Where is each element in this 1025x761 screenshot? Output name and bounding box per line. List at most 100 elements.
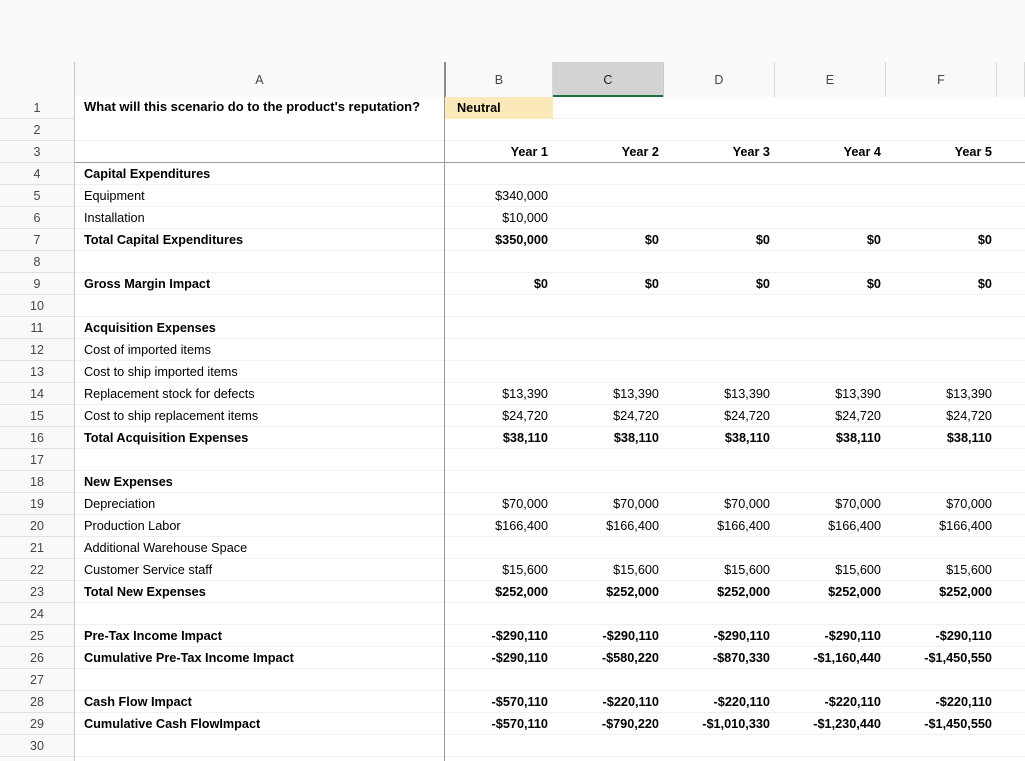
column-header-c[interactable]: C xyxy=(553,62,664,98)
cell-b4[interactable] xyxy=(445,163,553,185)
cell-e5[interactable] xyxy=(775,185,886,207)
cell-b15[interactable]: $24,720 xyxy=(445,405,553,427)
cell-d23[interactable]: $252,000 xyxy=(664,581,775,603)
cell-e13[interactable] xyxy=(775,361,886,383)
cell-a21[interactable]: Additional Warehouse Space xyxy=(75,537,445,559)
cell-e16[interactable]: $38,110 xyxy=(775,427,886,449)
column-header-b[interactable]: B xyxy=(445,62,553,97)
cell-d26[interactable]: -$870,330 xyxy=(664,647,775,669)
cell-a10[interactable] xyxy=(75,295,445,317)
row-header-25[interactable]: 25 xyxy=(0,625,74,647)
cell-b19[interactable]: $70,000 xyxy=(445,493,553,515)
column-header-a[interactable]: A xyxy=(75,62,445,97)
cell-f18[interactable] xyxy=(886,471,997,493)
row-header-17[interactable]: 17 xyxy=(0,449,74,471)
cell-c20[interactable]: $166,400 xyxy=(553,515,664,537)
select-all-corner[interactable] xyxy=(0,62,75,148)
cell-e30[interactable] xyxy=(775,735,886,757)
cell-e29[interactable]: -$1,230,440 xyxy=(775,713,886,735)
grid-body[interactable]: What will this scenario do to the produc… xyxy=(75,97,1025,761)
cell-d20[interactable]: $166,400 xyxy=(664,515,775,537)
cell-c19[interactable]: $70,000 xyxy=(553,493,664,515)
cell-f14[interactable]: $13,390 xyxy=(886,383,997,405)
cell-e20[interactable]: $166,400 xyxy=(775,515,886,537)
cell-f17[interactable] xyxy=(886,449,997,471)
cell-b28[interactable]: -$570,110 xyxy=(445,691,553,713)
cell-f16[interactable]: $38,110 xyxy=(886,427,997,449)
cell-a30[interactable] xyxy=(75,735,445,757)
cell-e28[interactable]: -$220,110 xyxy=(775,691,886,713)
row-header-6[interactable]: 6 xyxy=(0,207,74,229)
cell-d19[interactable]: $70,000 xyxy=(664,493,775,515)
cell-c11[interactable] xyxy=(553,317,664,339)
cell-e2[interactable] xyxy=(775,119,886,141)
cell-e3[interactable]: Year 4 xyxy=(775,141,886,163)
cell-b10[interactable] xyxy=(445,295,553,317)
cell-c5[interactable] xyxy=(553,185,664,207)
cell-a8[interactable] xyxy=(75,251,445,273)
row-header-14[interactable]: 14 xyxy=(0,383,74,405)
row-header-10[interactable]: 10 xyxy=(0,295,74,317)
cell-d10[interactable] xyxy=(664,295,775,317)
cell-a23[interactable]: Total New Expenses xyxy=(75,581,445,603)
cell-c18[interactable] xyxy=(553,471,664,493)
cell-f26[interactable]: -$1,450,550 xyxy=(886,647,997,669)
cell-c23[interactable]: $252,000 xyxy=(553,581,664,603)
cell-f3[interactable]: Year 5 xyxy=(886,141,997,163)
cell-a25[interactable]: Pre-Tax Income Impact xyxy=(75,625,445,647)
cell-c4[interactable] xyxy=(553,163,664,185)
cell-e21[interactable] xyxy=(775,537,886,559)
cell-c6[interactable] xyxy=(553,207,664,229)
cell-c25[interactable]: -$290,110 xyxy=(553,625,664,647)
cell-c27[interactable] xyxy=(553,669,664,691)
cell-a22[interactable]: Customer Service staff xyxy=(75,559,445,581)
cell-b17[interactable] xyxy=(445,449,553,471)
cell-f19[interactable]: $70,000 xyxy=(886,493,997,515)
cell-e22[interactable]: $15,600 xyxy=(775,559,886,581)
column-header-f[interactable]: F xyxy=(886,62,997,97)
cell-d30[interactable] xyxy=(664,735,775,757)
cell-b30[interactable] xyxy=(445,735,553,757)
cell-b27[interactable] xyxy=(445,669,553,691)
cell-b21[interactable] xyxy=(445,537,553,559)
cell-b5[interactable]: $340,000 xyxy=(445,185,553,207)
cell-d2[interactable] xyxy=(664,119,775,141)
row-header-1[interactable]: 1 xyxy=(0,97,74,119)
cell-d17[interactable] xyxy=(664,449,775,471)
cell-d14[interactable]: $13,390 xyxy=(664,383,775,405)
cell-b12[interactable] xyxy=(445,339,553,361)
cell-a13[interactable]: Cost to ship imported items xyxy=(75,361,445,383)
cell-b20[interactable]: $166,400 xyxy=(445,515,553,537)
cell-e19[interactable]: $70,000 xyxy=(775,493,886,515)
column-header-d[interactable]: D xyxy=(664,62,775,97)
cell-f4[interactable] xyxy=(886,163,997,185)
cell-b26[interactable]: -$290,110 xyxy=(445,647,553,669)
cell-d11[interactable] xyxy=(664,317,775,339)
row-header-18[interactable]: 18 xyxy=(0,471,74,493)
cell-e6[interactable] xyxy=(775,207,886,229)
cell-a12[interactable]: Cost of imported items xyxy=(75,339,445,361)
cell-a19[interactable]: Depreciation xyxy=(75,493,445,515)
cell-d3[interactable]: Year 3 xyxy=(664,141,775,163)
cell-c28[interactable]: -$220,110 xyxy=(553,691,664,713)
cell-e4[interactable] xyxy=(775,163,886,185)
cell-f22[interactable]: $15,600 xyxy=(886,559,997,581)
cell-b18[interactable] xyxy=(445,471,553,493)
cell-b25[interactable]: -$290,110 xyxy=(445,625,553,647)
cell-a18[interactable]: New Expenses xyxy=(75,471,445,493)
cell-c29[interactable]: -$790,220 xyxy=(553,713,664,735)
cell-f24[interactable] xyxy=(886,603,997,625)
row-header-16[interactable]: 16 xyxy=(0,427,74,449)
cell-a29[interactable]: Cumulative Cash FlowImpact xyxy=(75,713,445,735)
cell-d4[interactable] xyxy=(664,163,775,185)
row-header-27[interactable]: 27 xyxy=(0,669,74,691)
cell-d8[interactable] xyxy=(664,251,775,273)
cell-f11[interactable] xyxy=(886,317,997,339)
cell-d27[interactable] xyxy=(664,669,775,691)
cell-a11[interactable]: Acquisition Expenses xyxy=(75,317,445,339)
row-header-11[interactable]: 11 xyxy=(0,317,74,339)
cell-f29[interactable]: -$1,450,550 xyxy=(886,713,997,735)
cell-a5[interactable]: Equipment xyxy=(75,185,445,207)
cell-a2[interactable] xyxy=(75,119,445,141)
cell-e15[interactable]: $24,720 xyxy=(775,405,886,427)
